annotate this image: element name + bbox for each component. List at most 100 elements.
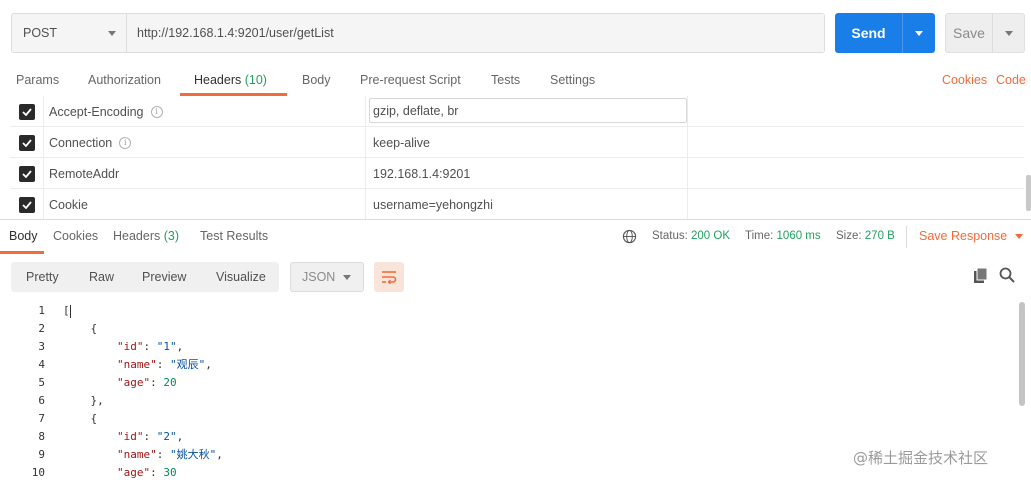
tab-body[interactable]: Body bbox=[302, 73, 331, 87]
header-key[interactable]: Cookie bbox=[44, 189, 366, 220]
chevron-down-icon bbox=[343, 274, 351, 280]
search-icon[interactable] bbox=[998, 266, 1016, 284]
method-select[interactable]: POST bbox=[12, 14, 127, 52]
checkmark-icon bbox=[18, 103, 35, 120]
header-value[interactable]: username=yehongzhi bbox=[366, 189, 688, 220]
save-button[interactable]: Save bbox=[945, 13, 1025, 53]
header-value-input[interactable]: gzip, deflate, br bbox=[369, 98, 687, 123]
tab-response-headers-label: Headers bbox=[113, 229, 161, 243]
line-number: 1 bbox=[38, 304, 45, 317]
save-response-label: Save Response bbox=[919, 229, 1008, 243]
text-cursor bbox=[70, 305, 71, 318]
tab-pre-request-script[interactable]: Pre-request Script bbox=[360, 73, 461, 87]
chevron-down-icon bbox=[108, 30, 116, 36]
send-button[interactable]: Send bbox=[835, 13, 935, 53]
line-number: 2 bbox=[38, 322, 45, 335]
code-line: "age": 30 bbox=[116, 466, 177, 479]
send-options-button[interactable] bbox=[903, 13, 935, 53]
row-checkbox[interactable] bbox=[10, 96, 44, 127]
table-row: Connection i keep-alive bbox=[10, 127, 1024, 158]
tab-authorization[interactable]: Authorization bbox=[88, 73, 161, 87]
header-value[interactable]: gzip, deflate, br bbox=[366, 96, 688, 127]
code-scrollbar-thumb[interactable] bbox=[1019, 302, 1025, 406]
tab-tests[interactable]: Tests bbox=[491, 73, 520, 87]
tab-params[interactable]: Params bbox=[16, 73, 59, 87]
info-icon: i bbox=[150, 105, 163, 118]
checkmark-icon bbox=[18, 134, 35, 151]
row-checkbox[interactable] bbox=[10, 189, 44, 220]
code-line: { bbox=[64, 322, 98, 335]
tab-test-results[interactable]: Test Results bbox=[200, 229, 268, 243]
tab-headers-label: Headers bbox=[194, 73, 242, 87]
headers-table: Accept-Encoding i gzip, deflate, br Conne… bbox=[10, 96, 1024, 220]
tab-response-headers[interactable]: Headers (3) bbox=[113, 229, 179, 243]
size-readout: Size: 270 B bbox=[836, 230, 895, 242]
format-label: JSON bbox=[302, 270, 336, 284]
header-key[interactable]: Accept-Encoding i bbox=[44, 96, 366, 127]
tab-response-body[interactable]: Body bbox=[9, 229, 38, 243]
globe-icon[interactable] bbox=[622, 229, 637, 244]
code-line: "name": "姚大秋", bbox=[116, 448, 223, 461]
row-checkbox[interactable] bbox=[10, 158, 44, 189]
divider bbox=[906, 226, 907, 248]
wrap-lines-button[interactable] bbox=[374, 262, 404, 292]
url-input[interactable]: http://192.168.1.4:9201/user/getList bbox=[127, 14, 824, 52]
watermark: @稀土掘金技术社区 bbox=[853, 449, 989, 467]
code-line: "age": 20 bbox=[116, 376, 177, 389]
tab-headers[interactable]: Headers (10) bbox=[194, 73, 267, 87]
save-response-button[interactable]: Save Response bbox=[919, 229, 1024, 243]
response-tabs: Body Cookies Headers (3) Test Results St… bbox=[0, 220, 1031, 254]
preview-button[interactable]: Preview bbox=[142, 270, 186, 284]
line-number: 8 bbox=[38, 430, 45, 443]
status-label: Status: bbox=[652, 230, 688, 242]
table-row: Cookie username=yehongzhi bbox=[10, 189, 1024, 220]
send-label: Send bbox=[835, 13, 903, 53]
header-key[interactable]: Connection i bbox=[44, 127, 366, 158]
status-readout: Status: 200 OK bbox=[652, 230, 730, 242]
headers-scrollbar[interactable] bbox=[1026, 175, 1031, 211]
line-number: 5 bbox=[38, 376, 45, 389]
active-tab-indicator bbox=[0, 251, 44, 254]
tab-response-headers-count: (3) bbox=[163, 229, 180, 243]
line-number: 4 bbox=[38, 358, 45, 371]
visualize-button[interactable]: Visualize bbox=[216, 270, 266, 284]
raw-button[interactable]: Raw bbox=[89, 270, 114, 284]
status-value: 200 OK bbox=[691, 230, 731, 242]
time-readout: Time: 1060 ms bbox=[745, 230, 821, 242]
copy-icon[interactable] bbox=[972, 267, 990, 285]
save-options-button[interactable] bbox=[993, 14, 1024, 52]
view-mode-group: Pretty Raw Preview Visualize bbox=[11, 262, 279, 292]
code-link[interactable]: Code bbox=[996, 73, 1026, 87]
tab-settings[interactable]: Settings bbox=[550, 73, 595, 87]
time-value: 1060 ms bbox=[776, 230, 821, 242]
header-value[interactable]: keep-alive bbox=[366, 127, 688, 158]
pretty-button[interactable]: Pretty bbox=[26, 270, 59, 284]
checkmark-icon bbox=[18, 165, 35, 182]
tab-response-cookies[interactable]: Cookies bbox=[53, 229, 98, 243]
code-line: "id": "1", bbox=[116, 340, 184, 353]
line-number: 7 bbox=[38, 412, 45, 425]
request-bar: POST http://192.168.1.4:9201/user/getLis… bbox=[11, 13, 825, 53]
wrap-lines-icon bbox=[382, 271, 397, 284]
info-icon: i bbox=[119, 136, 132, 149]
code-line: [ bbox=[63, 304, 70, 317]
line-number: 3 bbox=[38, 340, 45, 353]
time-label: Time: bbox=[745, 230, 774, 242]
size-label: Size: bbox=[836, 230, 862, 242]
chevron-down-icon bbox=[915, 30, 923, 36]
row-checkbox[interactable] bbox=[10, 127, 44, 158]
chevron-down-icon bbox=[1004, 30, 1013, 36]
format-select[interactable]: JSON bbox=[290, 262, 364, 292]
checkmark-icon bbox=[18, 196, 35, 213]
code-line: "id": "2", bbox=[116, 430, 184, 443]
cookies-link[interactable]: Cookies bbox=[942, 73, 987, 87]
header-value[interactable]: 192.168.1.4:9201 bbox=[366, 158, 688, 189]
header-key[interactable]: RemoteAddr bbox=[44, 158, 366, 189]
chevron-down-icon bbox=[1015, 233, 1024, 239]
save-label: Save bbox=[946, 14, 993, 52]
code-line: }, bbox=[64, 394, 104, 407]
code-line: "name": "观辰", bbox=[116, 358, 212, 371]
method-label: POST bbox=[23, 26, 58, 40]
line-number: 10 bbox=[31, 466, 45, 479]
header-key-text: Accept-Encoding bbox=[49, 104, 144, 119]
